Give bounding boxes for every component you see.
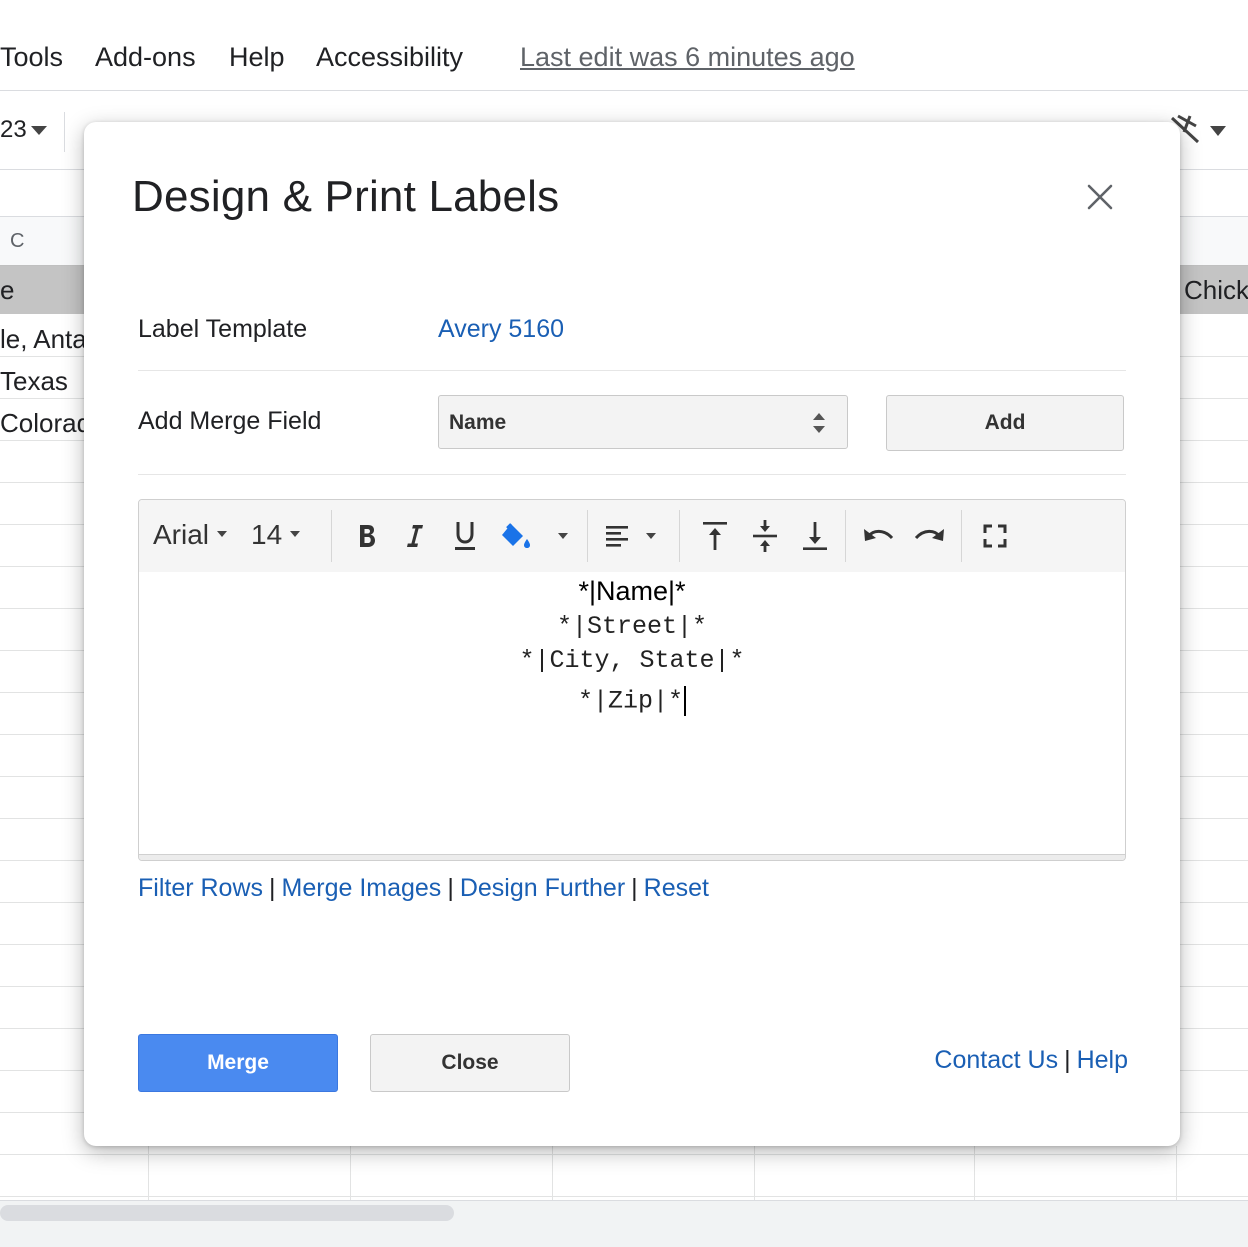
bold-button[interactable] <box>349 516 385 556</box>
design-print-labels-dialog: Design & Print Labels Label Template Ave… <box>84 122 1180 1146</box>
merge-images-link[interactable]: Merge Images <box>282 874 442 902</box>
align-top-icon <box>703 522 727 550</box>
merge-line-zip-row: *|Zip|* <box>139 686 1125 716</box>
grid-line <box>148 1146 149 1200</box>
underline-icon <box>455 522 475 550</box>
paint-bucket-icon <box>502 523 530 548</box>
merge-field-value: Name <box>449 411 507 434</box>
redo-button[interactable] <box>911 516 947 556</box>
valign-middle-button[interactable] <box>747 516 783 556</box>
menu-tools[interactable]: Tools <box>0 42 63 73</box>
grid-line <box>754 1146 755 1200</box>
cell-city-1[interactable]: le, Anta <box>0 324 87 355</box>
add-merge-field-button[interactable]: Add <box>886 395 1124 451</box>
label-editor: Arial 14 *|Name|* *|Street|* *|City, Sta… <box>138 499 1126 861</box>
merge-line-street: *|Street|* <box>556 612 708 641</box>
zoom-select[interactable]: 23 <box>0 116 47 144</box>
label-template-link[interactable]: Avery 5160 <box>438 315 564 344</box>
menu-bar: Tools Add-ons Help Accessibility Last ed… <box>0 0 1248 91</box>
toolbar-separator <box>331 510 332 562</box>
grid-line <box>1176 1146 1177 1200</box>
zoom-value: 23 <box>0 116 27 143</box>
toolbar-separator <box>679 510 680 562</box>
fill-color-button[interactable] <box>497 516 533 556</box>
fullscreen-button[interactable] <box>977 516 1013 556</box>
close-button[interactable]: Close <box>370 1034 570 1092</box>
toolbar-separator <box>64 112 65 152</box>
select-arrows-icon <box>813 413 825 433</box>
contact-us-link[interactable]: Contact Us <box>934 1046 1058 1074</box>
merge-field-select[interactable]: Name <box>438 395 848 449</box>
fill-color-dropdown[interactable] <box>543 516 583 556</box>
cell-city-2[interactable]: Texas <box>0 366 68 397</box>
chevron-down-icon <box>217 530 228 537</box>
close-icon[interactable] <box>1083 180 1117 214</box>
chevron-down-icon <box>558 533 568 539</box>
chevron-down-icon <box>30 126 47 136</box>
last-edit-link[interactable]: Last edit was 6 minutes ago <box>520 42 855 73</box>
toolbar-separator <box>587 510 588 562</box>
menu-accessibility[interactable]: Accessibility <box>316 42 463 73</box>
cell-city-3[interactable]: Colorad <box>0 408 91 439</box>
align-bottom-icon <box>803 522 827 550</box>
link-separator: | <box>447 874 454 902</box>
grid-line <box>350 1146 351 1200</box>
grid-line <box>974 1146 975 1200</box>
table-row <box>0 1155 1248 1197</box>
font-size-select[interactable]: 14 <box>251 519 301 551</box>
undo-icon <box>864 529 894 541</box>
editor-resize-bar <box>139 854 1125 860</box>
editor-content[interactable]: *|Name|* *|Street|* *|City, State|* *|Zi… <box>139 572 1125 854</box>
align-button[interactable] <box>599 516 635 556</box>
cell-header-left[interactable]: e <box>0 275 14 306</box>
italic-icon <box>407 525 423 547</box>
editor-toolbar: Arial 14 <box>139 500 1125 573</box>
redo-icon <box>914 529 944 541</box>
grid-line <box>552 1146 553 1200</box>
scrollbar-thumb[interactable] <box>0 1205 454 1221</box>
align-left-icon <box>606 526 628 547</box>
column-header-c[interactable]: C <box>10 230 24 253</box>
font-family-value: Arial <box>153 519 210 550</box>
merge-button[interactable]: Merge <box>138 1034 338 1092</box>
valign-top-button[interactable] <box>697 516 733 556</box>
reset-link[interactable]: Reset <box>644 874 709 902</box>
valign-bottom-button[interactable] <box>797 516 833 556</box>
italic-button[interactable] <box>397 516 433 556</box>
align-dropdown[interactable] <box>635 516 667 556</box>
font-size-value: 14 <box>251 519 283 550</box>
chevron-down-icon <box>646 533 656 539</box>
undo-button[interactable] <box>861 516 897 556</box>
merge-field-label: Add Merge Field <box>138 407 322 435</box>
help-link[interactable]: Help <box>1077 1046 1128 1074</box>
dialog-title: Design & Print Labels <box>132 172 560 221</box>
merge-line-zip: *|Zip|* <box>577 686 684 716</box>
font-family-select[interactable]: Arial <box>153 519 228 551</box>
menu-add-ons[interactable]: Add-ons <box>95 42 196 73</box>
menu-help[interactable]: Help <box>229 42 285 73</box>
merge-line-city-state: *|City, State|* <box>519 646 745 675</box>
filter-rows-link[interactable]: Filter Rows <box>138 874 263 902</box>
chevron-down-icon <box>290 530 301 537</box>
underline-button[interactable] <box>447 516 483 556</box>
align-middle-icon <box>753 520 777 552</box>
label-template-label: Label Template <box>138 315 308 343</box>
merge-line-name: *|Name|* <box>578 576 686 606</box>
link-separator: | <box>1064 1046 1071 1074</box>
toolbar-separator <box>961 510 962 562</box>
bold-icon <box>360 525 375 547</box>
link-separator: | <box>269 874 276 902</box>
divider <box>138 474 1126 475</box>
cell-header-right[interactable]: Chick <box>1184 275 1248 306</box>
design-further-link[interactable]: Design Further <box>460 874 625 902</box>
fullscreen-icon <box>983 524 1007 548</box>
divider <box>138 370 1126 371</box>
link-separator: | <box>631 874 638 902</box>
footer-links: Contact Us | Help <box>934 1046 1128 1075</box>
options-links: Filter Rows | Merge Images | Design Further |… <box>138 874 709 903</box>
text-cursor <box>684 686 687 716</box>
toolbar-separator <box>845 510 846 562</box>
